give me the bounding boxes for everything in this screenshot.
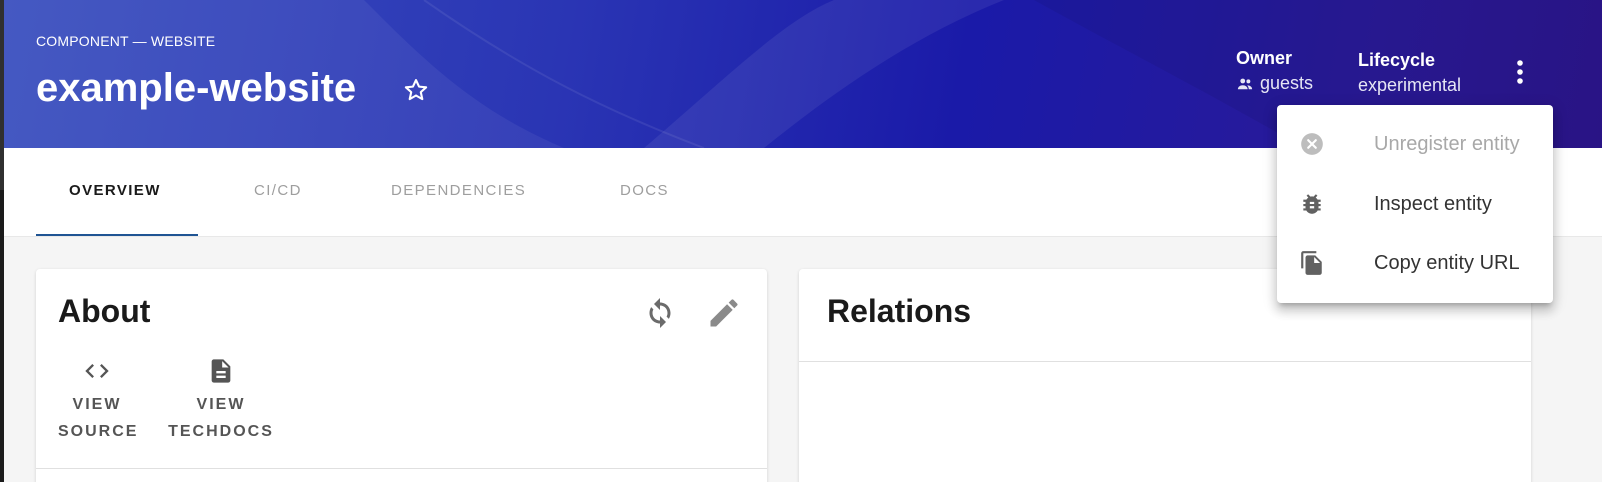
menu-item-label: Copy entity URL (1374, 251, 1520, 274)
tab-overview[interactable]: OVERVIEW (69, 182, 161, 199)
menu-item-inspect-entity[interactable]: Inspect entity (1277, 175, 1553, 233)
tab-docs[interactable]: DOCS (620, 182, 669, 199)
view-techdocs-line1: VIEW (196, 396, 246, 413)
relations-title: Relations (827, 293, 972, 329)
cancel-circle-icon (1301, 133, 1323, 155)
menu-item-label: Inspect entity (1374, 192, 1492, 215)
view-source-line1: VIEW (72, 396, 122, 413)
page-title: example-website (36, 66, 357, 110)
favorite-star-icon[interactable] (402, 76, 430, 104)
menu-item-copy-entity-url[interactable]: Copy entity URL (1277, 234, 1553, 292)
about-divider (36, 468, 767, 469)
owner-name: guests (1260, 73, 1314, 93)
window-left-edge (0, 0, 4, 482)
more-options-icon[interactable] (1504, 56, 1536, 88)
entity-kind-label: COMPONENT — WEBSITE (36, 33, 216, 49)
about-title: About (58, 293, 151, 329)
owner-label: Owner (1236, 48, 1293, 68)
relations-divider (799, 361, 1531, 362)
edit-icon[interactable] (706, 295, 742, 331)
lifecycle-label: Lifecycle (1358, 50, 1436, 70)
entity-context-menu: Unregister entity Inspect entity Copy en… (1277, 105, 1553, 303)
bug-icon (1303, 194, 1321, 214)
view-source-line2: SOURCE (58, 423, 139, 440)
lifecycle-value: experimental (1358, 75, 1462, 95)
owner-info: Owner guests (1236, 48, 1313, 94)
about-card: About VIEW SOURCE VIEW TECHDOCS (36, 269, 767, 482)
code-icon (85, 364, 109, 378)
view-techdocs-link[interactable]: VIEW TECHDOCS (168, 357, 274, 445)
lifecycle-info: Lifecycle experimental (1358, 50, 1461, 96)
group-icon (1237, 78, 1253, 89)
tab-dependencies[interactable]: DEPENDENCIES (391, 182, 526, 199)
copy-icon (1301, 251, 1322, 275)
refresh-icon[interactable] (642, 295, 678, 331)
owner-value[interactable]: guests (1236, 73, 1313, 94)
tab-cicd[interactable]: CI/CD (254, 182, 302, 199)
view-source-link[interactable]: VIEW SOURCE (58, 357, 136, 445)
menu-item-label: Unregister entity (1374, 132, 1520, 155)
active-tab-indicator (36, 234, 198, 236)
menu-item-unregister-entity[interactable]: Unregister entity (1277, 115, 1553, 173)
view-techdocs-line2: TECHDOCS (168, 423, 274, 440)
document-icon (211, 359, 231, 383)
